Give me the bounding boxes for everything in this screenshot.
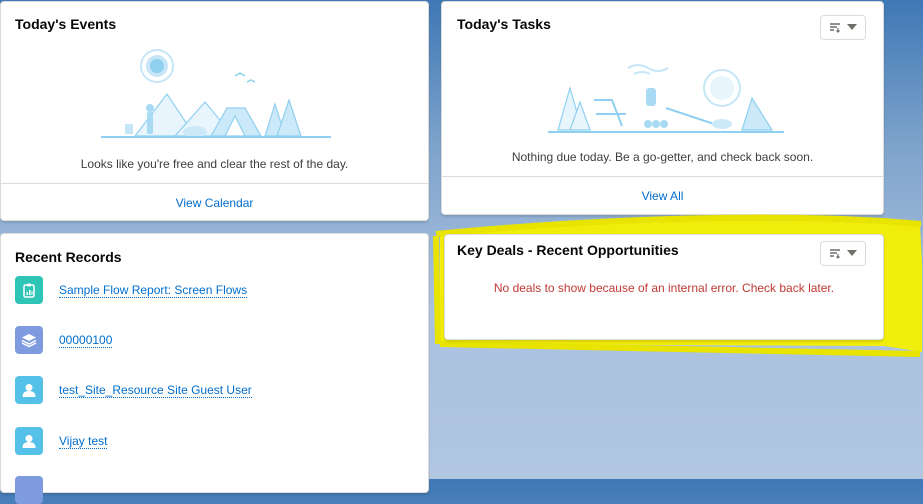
sort-list-icon [830,249,840,259]
beach-illustration [548,64,784,133]
recent-record-link[interactable]: Sample Flow Report: Screen Flows [59,283,248,298]
key-deals-filter-button[interactable] [820,241,866,266]
key-deals-error-message: No deals to show because of an internal … [493,281,835,295]
todays-tasks-card: Today's Tasks Nothing due today. Be a go… [441,1,884,215]
todays-events-title: Today's Events [15,16,117,32]
key-deals-card: Key Deals - Recent Opportunities No deal… [444,234,884,340]
recent-record-row: test_Site_Resource Site Guest User [15,375,252,405]
record-icon-partial [15,476,43,504]
recent-record-link[interactable]: 00000100 [59,333,113,348]
stack-icon [15,326,43,354]
todays-tasks-title: Today's Tasks [457,16,551,32]
recent-record-row: Sample Flow Report: Screen Flows [15,275,248,305]
user-icon [15,376,43,404]
tasks-divider [442,176,883,177]
chevron-down-icon [847,250,857,256]
recent-record-row: 00000100 [15,325,113,355]
report-icon [15,276,43,304]
camping-illustration [101,49,331,138]
events-empty-message: Looks like you're free and clear the res… [80,157,349,171]
recent-record-link[interactable]: Vijay test [59,434,108,449]
key-deals-title: Key Deals - Recent Opportunities [457,242,679,258]
tasks-filter-button[interactable] [820,15,866,40]
recent-records-title: Recent Records [15,249,122,265]
view-calendar-link[interactable]: View Calendar [1,196,428,210]
events-divider [1,183,428,184]
view-all-link[interactable]: View All [442,189,883,203]
todays-events-card: Today's Events Looks like you're free an… [0,1,429,221]
chevron-down-icon [847,24,857,30]
user-icon [15,427,43,455]
recent-record-link[interactable]: test_Site_Resource Site Guest User [59,383,252,398]
recent-records-card: Recent Records Sample Flow Report: Scree… [0,233,429,504]
tasks-empty-message: Nothing due today. Be a go-getter, and c… [511,150,814,164]
recent-record-row: Vijay test [15,426,108,456]
sort-list-icon [830,23,840,33]
